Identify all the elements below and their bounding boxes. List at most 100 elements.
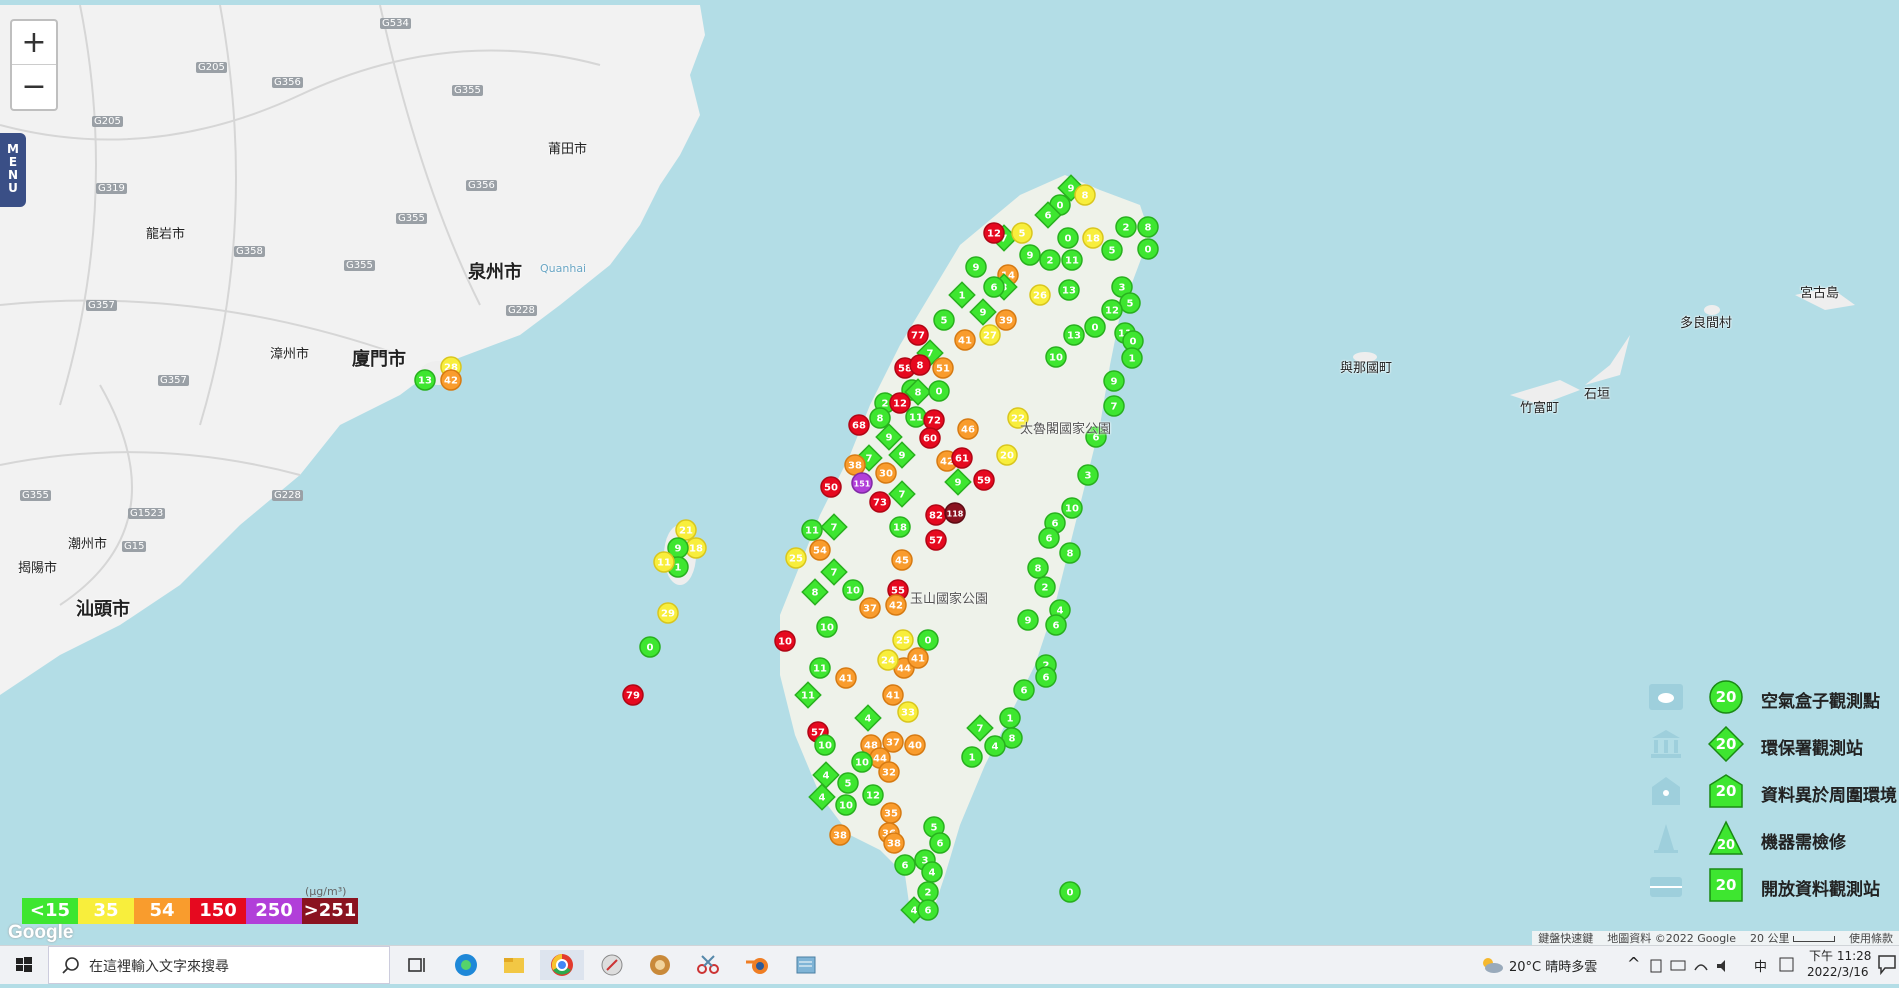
station-marker[interactable]: 77: [907, 324, 929, 346]
edge-app-button[interactable]: [444, 950, 488, 980]
station-marker[interactable]: 0: [917, 629, 939, 651]
station-marker[interactable]: 73: [869, 491, 891, 513]
station-marker[interactable]: 45: [891, 549, 913, 571]
station-marker[interactable]: 50: [820, 476, 842, 498]
station-marker[interactable]: 27: [979, 324, 1001, 346]
station-marker[interactable]: 0: [1137, 238, 1159, 260]
station-marker[interactable]: 35: [880, 802, 902, 824]
keyboard-shortcuts-link[interactable]: 鍵盤快速鍵: [1538, 931, 1593, 945]
clock-time[interactable]: 下午 11:28: [1809, 947, 1871, 964]
station-marker[interactable]: 32: [878, 761, 900, 783]
station-marker[interactable]: 41: [882, 684, 904, 706]
station-marker[interactable]: 8: [1074, 184, 1096, 206]
station-marker[interactable]: 82: [925, 504, 947, 526]
station-marker[interactable]: 5: [1119, 292, 1141, 314]
station-marker[interactable]: 41: [907, 647, 929, 669]
station-marker[interactable]: 29: [657, 602, 679, 624]
app-button-lion[interactable]: [638, 950, 682, 980]
ime-indicator[interactable]: 中: [1754, 956, 1767, 975]
station-marker[interactable]: 38: [844, 454, 866, 476]
station-marker[interactable]: 5: [1101, 239, 1123, 261]
station-marker[interactable]: 10: [851, 751, 873, 773]
station-marker[interactable]: 8: [869, 407, 891, 429]
station-marker[interactable]: 25: [785, 547, 807, 569]
app-button-compass[interactable]: [590, 950, 634, 980]
station-marker[interactable]: 26: [1029, 284, 1051, 306]
station-marker[interactable]: 0: [928, 380, 950, 402]
station-marker[interactable]: 18: [889, 516, 911, 538]
station-marker[interactable]: 24: [877, 649, 899, 671]
station-marker[interactable]: 12: [889, 392, 911, 414]
station-marker[interactable]: 2: [1039, 249, 1061, 271]
map-canvas[interactable]: 9801805082675129211143269161335120139395…: [0, 5, 1899, 945]
station-marker[interactable]: 4: [984, 735, 1006, 757]
station-marker[interactable]: 4: [921, 861, 943, 883]
station-marker[interactable]: 79: [622, 684, 644, 706]
chevron-up-icon[interactable]: ^: [1627, 954, 1640, 973]
station-marker[interactable]: 20: [996, 444, 1018, 466]
station-marker[interactable]: 6: [1045, 614, 1067, 636]
station-marker[interactable]: 9: [1103, 370, 1125, 392]
station-marker[interactable]: 12: [1101, 299, 1123, 321]
station-marker[interactable]: 9: [1019, 244, 1041, 266]
zoom-out-button[interactable]: −: [12, 65, 56, 108]
station-marker[interactable]: 3: [1077, 464, 1099, 486]
station-marker[interactable]: 51: [932, 357, 954, 379]
station-marker[interactable]: 9: [965, 256, 987, 278]
station-marker[interactable]: 61: [951, 447, 973, 469]
station-marker[interactable]: 8: [1137, 216, 1159, 238]
station-marker[interactable]: 0: [639, 636, 661, 658]
station-marker[interactable]: 2: [917, 881, 939, 903]
station-marker[interactable]: 10: [774, 630, 796, 652]
weather-text[interactable]: 20°C 晴時多雲: [1509, 956, 1597, 975]
station-marker[interactable]: 38: [883, 832, 905, 854]
station-marker[interactable]: 39: [995, 309, 1017, 331]
station-marker[interactable]: 42: [885, 594, 907, 616]
chrome-app-button[interactable]: [540, 950, 584, 980]
station-marker[interactable]: 1: [1121, 347, 1143, 369]
station-marker[interactable]: 11: [653, 551, 675, 573]
station-marker[interactable]: 13: [414, 369, 436, 391]
terms-link[interactable]: 使用條款: [1849, 931, 1893, 945]
station-marker[interactable]: 12: [983, 222, 1005, 244]
station-marker[interactable]: 6: [894, 854, 916, 876]
station-marker[interactable]: 38: [829, 824, 851, 846]
station-marker[interactable]: 10: [1045, 346, 1067, 368]
station-marker[interactable]: 10: [1061, 497, 1083, 519]
station-marker[interactable]: 6: [1035, 666, 1057, 688]
station-marker[interactable]: 42: [440, 369, 462, 391]
station-marker[interactable]: 11: [801, 519, 823, 541]
zoom-in-button[interactable]: +: [12, 21, 56, 65]
station-marker[interactable]: 10: [814, 734, 836, 756]
station-marker[interactable]: 151: [851, 472, 873, 494]
station-marker[interactable]: 8: [1059, 542, 1081, 564]
station-marker[interactable]: 41: [954, 329, 976, 351]
station-marker[interactable]: 59: [973, 469, 995, 491]
station-marker[interactable]: 6: [1038, 527, 1060, 549]
station-marker[interactable]: 7: [1103, 395, 1125, 417]
app-button-blender[interactable]: [736, 950, 780, 980]
station-marker[interactable]: 6: [917, 899, 939, 921]
station-marker[interactable]: 0: [1057, 227, 1079, 249]
station-marker[interactable]: 6: [929, 832, 951, 854]
station-marker[interactable]: 68: [848, 414, 870, 436]
station-marker[interactable]: 13: [1063, 324, 1085, 346]
station-marker[interactable]: 6: [1013, 679, 1035, 701]
station-marker[interactable]: 5: [933, 309, 955, 331]
file-explorer-button[interactable]: [492, 950, 536, 980]
task-view-button[interactable]: [396, 950, 440, 980]
station-marker[interactable]: 1: [961, 746, 983, 768]
app-button-notes[interactable]: [784, 950, 828, 980]
station-marker[interactable]: 41: [835, 667, 857, 689]
app-button-snipping[interactable]: [686, 950, 730, 980]
station-marker[interactable]: 21: [675, 519, 697, 541]
ime-mode-icon[interactable]: [1779, 957, 1795, 973]
station-marker[interactable]: 12: [862, 784, 884, 806]
station-marker[interactable]: 5: [1011, 222, 1033, 244]
station-marker[interactable]: 6: [983, 276, 1005, 298]
station-marker[interactable]: 1: [999, 707, 1021, 729]
station-marker[interactable]: 57: [925, 529, 947, 551]
station-marker[interactable]: 37: [882, 731, 904, 753]
station-marker[interactable]: 60: [919, 427, 941, 449]
station-marker[interactable]: 37: [859, 597, 881, 619]
